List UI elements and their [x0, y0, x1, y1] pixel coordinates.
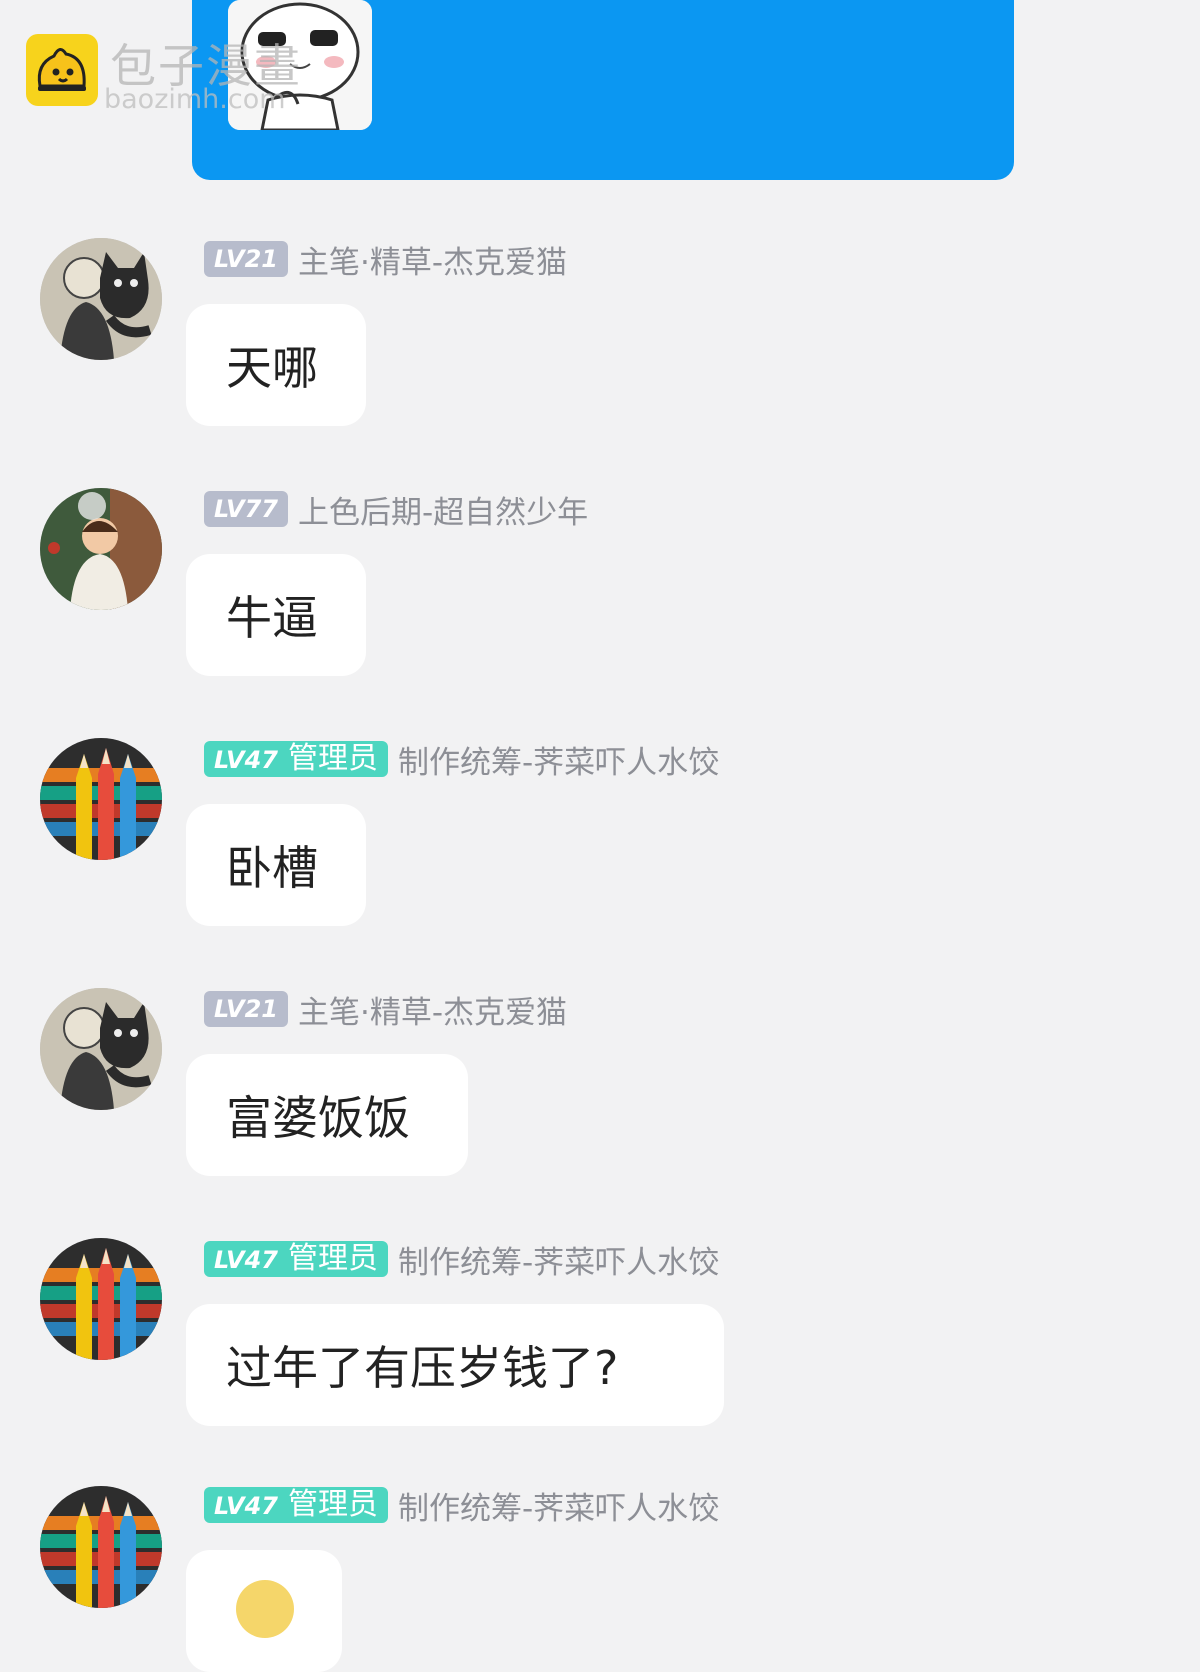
level-text: LV47 — [214, 746, 278, 774]
watermark: 包子漫畫 baozimh.com — [26, 34, 386, 115]
message-meta: LV47 管理员 制作统筹-荠菜吓人水饺 — [204, 740, 719, 781]
watermark-url: baozimh.com — [104, 84, 286, 115]
sender-name[interactable]: 主笔·精草-杰克爱猫 — [298, 987, 567, 1032]
sender-name[interactable]: 主笔·精草-杰克爱猫 — [298, 237, 567, 282]
role-text: 管理员 — [287, 741, 378, 776]
sender-name[interactable]: 上色后期-超自然少年 — [298, 487, 588, 532]
admin-badge: LV47 管理员 — [204, 741, 388, 777]
emoji-face-icon — [236, 1580, 294, 1638]
sender-name[interactable]: 制作统筹-荠菜吓人水饺 — [398, 1483, 719, 1528]
message-meta: LV77 上色后期-超自然少年 — [204, 490, 588, 531]
message-bubble[interactable]: 过年了有压岁钱了? — [186, 1304, 724, 1426]
message-meta: LV21 主笔·精草-杰克爱猫 — [204, 990, 567, 1031]
level-badge: LV21 — [204, 991, 288, 1027]
message-bubble[interactable]: 牛逼 — [186, 554, 366, 676]
bun-logo-icon — [26, 34, 98, 106]
level-badge: LV77 — [204, 491, 288, 527]
boy-illustration-avatar[interactable] — [40, 488, 162, 610]
sender-name[interactable]: 制作统筹-荠菜吓人水饺 — [398, 737, 719, 782]
level-text: LV47 — [214, 1492, 278, 1520]
colored-pencils-avatar[interactable] — [40, 738, 162, 860]
admin-badge: LV47 管理员 — [204, 1241, 388, 1277]
message-bubble[interactable]: 富婆饭饭 — [186, 1054, 468, 1176]
message-meta: LV47 管理员 制作统筹-荠菜吓人水饺 — [204, 1240, 719, 1281]
message-meta: LV21 主笔·精草-杰克爱猫 — [204, 240, 567, 281]
cat-holding-avatar[interactable] — [40, 988, 162, 1110]
message-meta: LV47 管理员 制作统筹-荠菜吓人水饺 — [204, 1486, 719, 1527]
role-text: 管理员 — [287, 1241, 378, 1276]
message-bubble[interactable]: 卧槽 — [186, 804, 366, 926]
admin-badge: LV47 管理员 — [204, 1487, 388, 1523]
cat-holding-avatar[interactable] — [40, 238, 162, 360]
message-bubble[interactable]: 天哪 — [186, 304, 366, 426]
level-badge: LV21 — [204, 241, 288, 277]
colored-pencils-avatar[interactable] — [40, 1486, 162, 1608]
role-text: 管理员 — [287, 1487, 378, 1522]
sender-name[interactable]: 制作统筹-荠菜吓人水饺 — [398, 1237, 719, 1282]
level-text: LV47 — [214, 1246, 278, 1274]
colored-pencils-avatar[interactable] — [40, 1238, 162, 1360]
